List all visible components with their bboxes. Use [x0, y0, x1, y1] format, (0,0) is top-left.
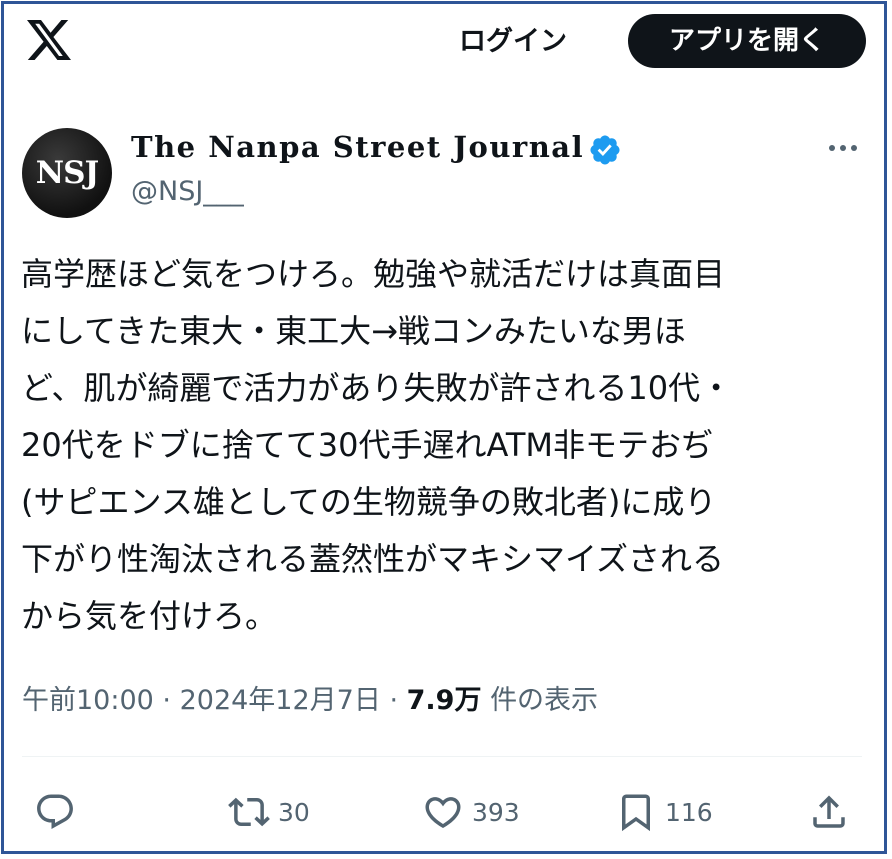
login-link[interactable]: ログイン	[459, 20, 567, 64]
share-button[interactable]	[808, 788, 850, 836]
meta-separator: ·	[389, 685, 399, 716]
like-button[interactable]: 393	[422, 788, 520, 836]
share-icon	[813, 795, 845, 828]
reply-icon	[37, 794, 73, 829]
display-name[interactable]: The Nanpa Street Journal	[131, 130, 584, 164]
bookmark-icon	[622, 794, 650, 832]
reply-button[interactable]	[34, 788, 84, 836]
x-logo-icon[interactable]	[25, 18, 73, 62]
open-app-button[interactable]: アプリを開く	[628, 14, 866, 68]
retweet-button[interactable]: 30	[228, 788, 310, 836]
meta-separator: ·	[162, 685, 171, 716]
tweet-meta: 午前10:00 · 2024年12月7日 · 7.9万 件の表示	[22, 679, 598, 723]
views-label: 件の表示	[490, 685, 599, 716]
like-count: 393	[472, 797, 520, 827]
retweet-icon	[228, 797, 270, 827]
heart-icon	[425, 797, 461, 829]
divider	[22, 756, 862, 757]
bookmark-count: 116	[665, 797, 713, 827]
tweet-text: 高学歴ほど気をつけろ。勉強や就活だけは真面目 にしてきた東大・東工大→戦コンみた…	[21, 255, 733, 635]
verified-badge-icon	[590, 135, 620, 165]
tweet-time[interactable]: 午前10:00	[22, 685, 154, 716]
views-count: 7.9万	[406, 685, 482, 716]
avatar[interactable]: NSJ	[22, 128, 112, 218]
more-options-icon[interactable]	[826, 138, 860, 158]
user-handle[interactable]: @NSJ___	[131, 176, 244, 207]
tweet-date[interactable]: 2024年12月7日	[180, 685, 381, 716]
retweet-count: 30	[278, 797, 310, 827]
bookmark-button[interactable]: 116	[615, 788, 713, 836]
